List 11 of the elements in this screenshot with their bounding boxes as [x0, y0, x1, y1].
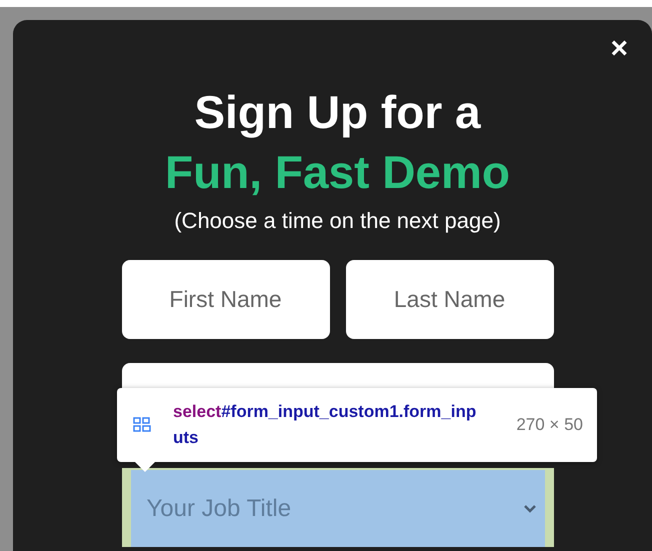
element-selector: select#form_input_custom1.form_inputs [173, 401, 478, 449]
select-placeholder: Your Job Title [146, 494, 292, 524]
element-size: 270 × 50 [516, 414, 583, 436]
modal-highlight: Fun, Fast Demo [164, 145, 510, 200]
modal-subtitle: (Choose a time on the next page) [174, 207, 501, 235]
chevron-down-icon [522, 504, 536, 513]
name-field[interactable]: First Name [122, 260, 330, 339]
close-button[interactable]: × [610, 34, 628, 64]
name-field[interactable]: Last Name [346, 260, 554, 339]
modal-title: Sign Up for a [194, 85, 481, 140]
grid-icon [133, 417, 151, 433]
